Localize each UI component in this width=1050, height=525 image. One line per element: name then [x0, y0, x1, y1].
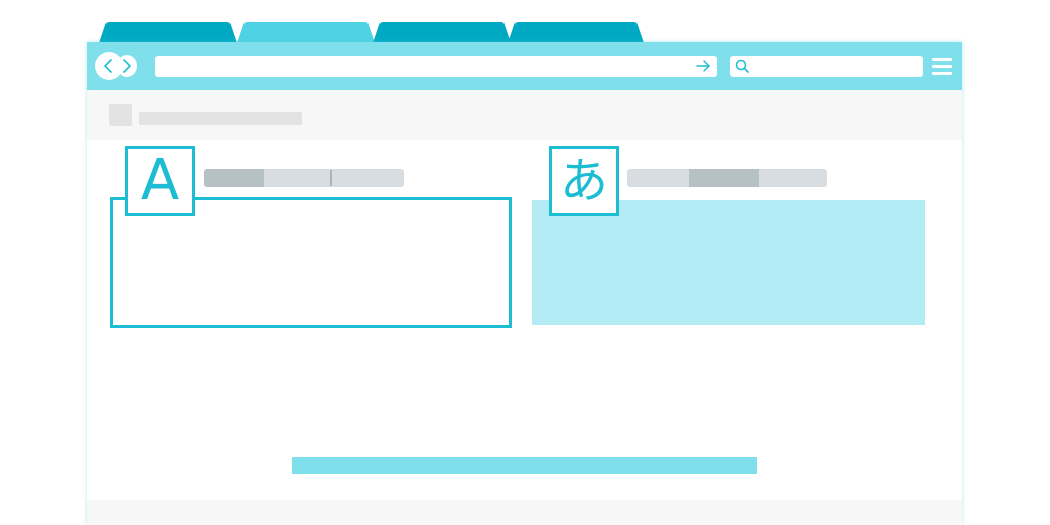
- search-input[interactable]: [730, 56, 923, 77]
- page-footer: [87, 500, 962, 525]
- browser-tab-4[interactable]: [508, 22, 644, 43]
- chevron-left-icon: [104, 59, 112, 73]
- hamburger-icon[interactable]: [932, 58, 952, 75]
- target-language-glyph: あ: [559, 153, 608, 209]
- translation-output: [532, 200, 925, 325]
- browser-window: A あ: [87, 42, 962, 525]
- source-language-glyph: A: [140, 148, 180, 213]
- navigation-buttons: [95, 52, 137, 80]
- browser-tab-1[interactable]: [99, 22, 237, 43]
- translate-button[interactable]: [292, 457, 757, 474]
- magnifier-icon: [735, 59, 749, 73]
- arrow-right-icon[interactable]: [695, 58, 711, 74]
- source-language-selector[interactable]: [204, 169, 404, 187]
- source-language-selected: [204, 169, 264, 187]
- page-header: [87, 90, 962, 140]
- target-language-selector[interactable]: [627, 169, 827, 187]
- browser-tab-3[interactable]: [373, 22, 511, 43]
- address-bar[interactable]: [155, 56, 717, 77]
- browser-toolbar: [87, 42, 962, 90]
- selector-divider: [330, 170, 332, 186]
- browser-tab-2-active[interactable]: [237, 22, 375, 43]
- source-text-input[interactable]: [110, 197, 512, 328]
- chevron-right-icon: [123, 59, 131, 73]
- target-language-icon: あ: [549, 146, 619, 216]
- page-title-placeholder: [139, 112, 302, 125]
- source-language-icon: A: [125, 146, 195, 216]
- site-logo-placeholder: [109, 104, 132, 126]
- screen: A あ: [0, 0, 1050, 525]
- target-language-selected: [689, 169, 759, 187]
